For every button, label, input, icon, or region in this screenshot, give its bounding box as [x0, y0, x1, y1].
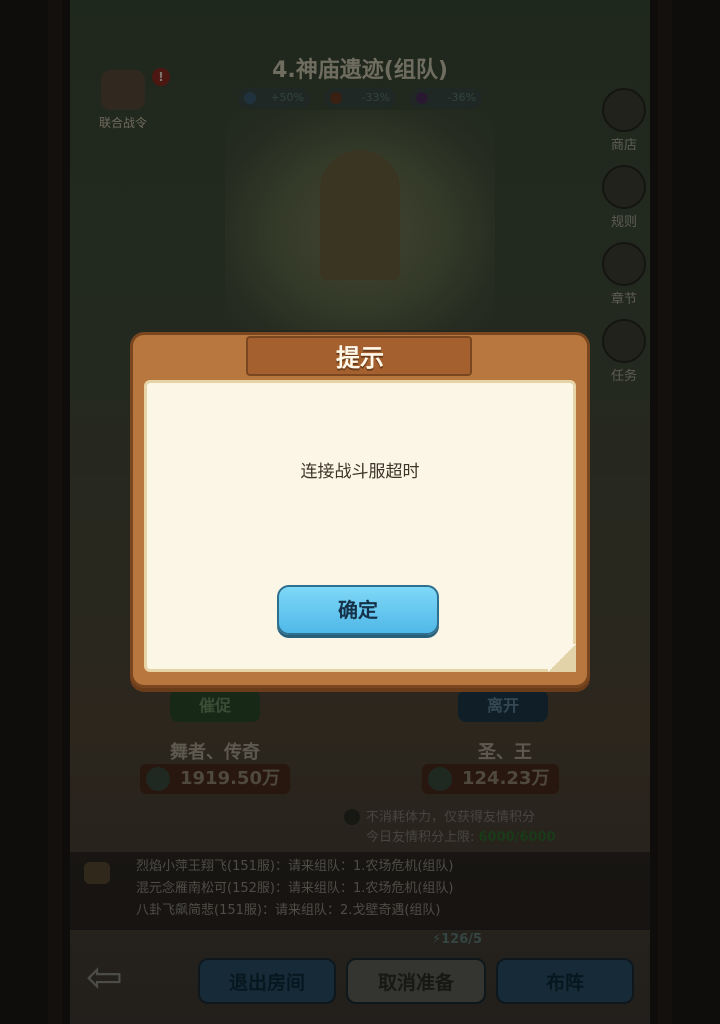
- paper-curl: [548, 644, 576, 672]
- confirm-button[interactable]: 确定: [277, 585, 439, 635]
- dialog-message: 连接战斗服超时: [300, 462, 420, 482]
- alert-dialog: 提示 连接战斗服超时 确定: [130, 332, 590, 688]
- dialog-paper: 连接战斗服超时 确定: [144, 380, 576, 672]
- dialog-title: 提示: [336, 344, 384, 372]
